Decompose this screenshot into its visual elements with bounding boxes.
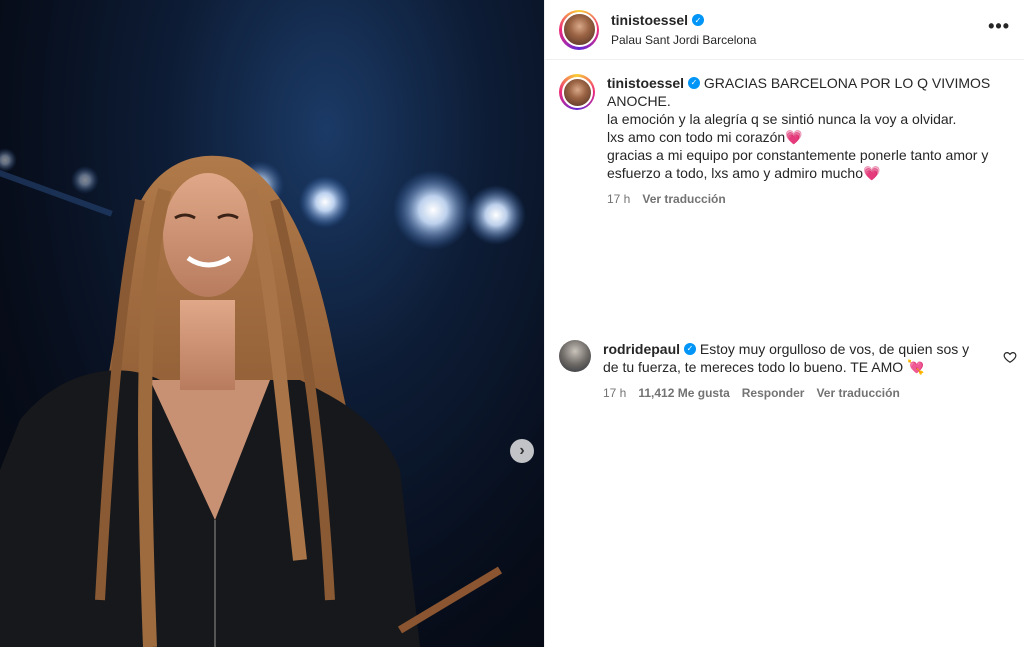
reply-button[interactable]: Responder [742, 384, 805, 402]
commenter-avatar[interactable] [559, 340, 591, 372]
post-image: › [0, 0, 544, 647]
author-username[interactable]: tinistoessel [611, 12, 688, 28]
caption: tinistoessel ✓ GRACIAS BARCELONA POR LO Q… [545, 60, 1024, 208]
see-translation-button[interactable]: Ver traducción [642, 190, 725, 208]
verified-badge-icon: ✓ [692, 14, 705, 26]
commenter-username[interactable]: rodridepaul [603, 340, 680, 358]
comment: rodridepaul ✓ Estoy muy orgulloso de vos,… [545, 340, 1024, 402]
author-avatar[interactable] [559, 9, 599, 50]
comment-time[interactable]: 17 h [603, 384, 626, 402]
caption-line: la emoción y la alegría q se sintió nunc… [607, 111, 957, 127]
caption-time[interactable]: 17 h [607, 190, 630, 208]
verified-badge-icon: ✓ [688, 77, 701, 89]
like-heart-icon[interactable] [1003, 350, 1017, 364]
caption-line: lxs amo con todo mi corazón💗 [607, 129, 803, 145]
verified-badge-icon: ✓ [684, 343, 697, 355]
caption-author[interactable]: tinistoessel [607, 74, 684, 92]
concert-photo [0, 148, 526, 647]
next-arrow-icon[interactable]: › [510, 439, 534, 463]
post-header: tinistoessel ✓ Palau Sant Jordi Barcelon… [545, 0, 1024, 60]
see-translation-button[interactable]: Ver traducción [816, 384, 899, 402]
post-location[interactable]: Palau Sant Jordi Barcelona [611, 33, 756, 47]
caption-avatar[interactable] [559, 74, 595, 110]
comment-likes[interactable]: 11,412 Me gusta [638, 384, 729, 402]
caption-line: gracias a mi equipo por constantemente p… [607, 147, 989, 181]
post-panel: tinistoessel ✓ Palau Sant Jordi Barcelon… [544, 0, 1024, 647]
more-options-icon[interactable]: ••• [988, 16, 1010, 37]
